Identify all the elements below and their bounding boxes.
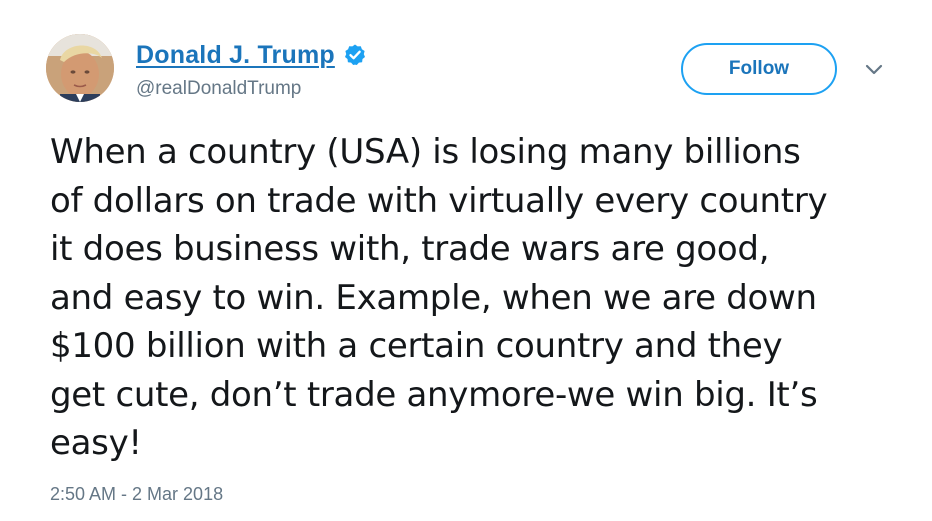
author-display-name[interactable]: Donald J. Trump [136, 41, 335, 70]
author-handle[interactable]: @realDonaldTrump [136, 78, 301, 100]
author-avatar[interactable] [46, 34, 114, 102]
tweet-text-line: of dollars on trade with virtually every… [50, 180, 828, 221]
author-name-row: Donald J. Trump [136, 37, 367, 73]
tweet-text-line: easy! [50, 423, 142, 463]
tweet-text-line: it does business with, trade wars are go… [50, 229, 770, 269]
tweet-text-line: and easy to win. Example, when we are do… [50, 277, 817, 318]
verified-badge-icon [343, 43, 367, 67]
tweet-text-line: $100 billion with a certain country and … [50, 326, 783, 366]
chevron-down-icon[interactable] [863, 62, 885, 78]
tweet-text-line: get cute, don’t trade anymore-we win big… [50, 374, 818, 415]
tweet-text-line: When a country (USA) is losing many bill… [50, 132, 801, 172]
tweet-text: When a country (USA) is losing many bill… [50, 128, 910, 468]
tweet-card: Donald J. Trump @realDonaldTrump Follow … [0, 0, 932, 521]
follow-button[interactable]: Follow [681, 43, 837, 95]
tweet-timestamp[interactable]: 2:50 AM - 2 Mar 2018 [50, 484, 223, 505]
profile-photo [46, 34, 114, 102]
